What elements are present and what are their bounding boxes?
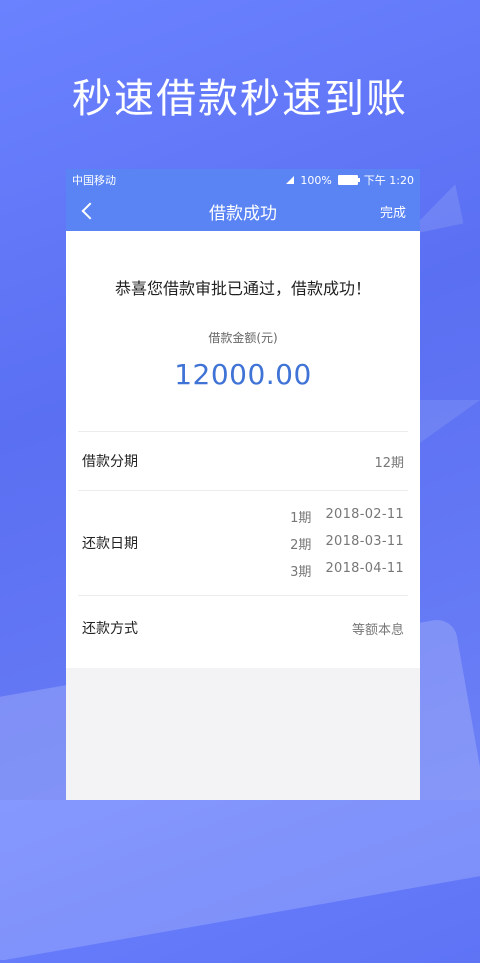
- amount-label: 借款金额(元): [208, 331, 278, 345]
- success-message: 恭喜您借款审批已通过，借款成功！: [114, 279, 371, 298]
- status-bar: 中国移动 100% 下午 1:20: [66, 169, 420, 191]
- term-label: 借款分期: [82, 454, 138, 470]
- method-row: 还款方式 等额本息: [78, 596, 408, 660]
- clock: 下午 1:20: [363, 174, 414, 187]
- date-item: 1期 2018-02-11: [290, 507, 404, 526]
- date-period: 3期: [290, 564, 312, 580]
- status-right: 100% 下午 1:20: [286, 172, 414, 188]
- date-period: 1期: [290, 510, 312, 526]
- amount-value: 12000.00: [174, 358, 312, 391]
- dates-label: 还款日期: [82, 536, 138, 552]
- amount-block: 恭喜您借款审批已通过，借款成功！ 借款金额(元) 12000.00: [66, 231, 420, 431]
- decor-triangle: [410, 400, 480, 450]
- nav-bar: 借款成功 完成: [66, 191, 420, 231]
- term-row: 借款分期 12期: [78, 432, 408, 490]
- term-value: 12期: [374, 455, 404, 471]
- back-chevron-icon[interactable]: [81, 202, 99, 220]
- dates-list: 1期 2018-02-11 2期 2018-03-11 3期 2018-04-1…: [290, 507, 404, 580]
- date-period: 2期: [290, 537, 312, 553]
- battery-icon: [337, 175, 360, 185]
- page-title: 借款成功: [209, 203, 277, 224]
- result-card: 恭喜您借款审批已通过，借款成功！ 借款金额(元) 12000.00 借款分期 1…: [66, 231, 420, 668]
- date-value: 2018-02-11: [325, 506, 404, 522]
- date-item: 2期 2018-03-11: [290, 534, 404, 553]
- date-value: 2018-03-11: [325, 533, 404, 549]
- battery-percent: 100%: [300, 173, 332, 187]
- phone-screen: 中国移动 100% 下午 1:20 借款成功 完成 恭喜您借款审批已通过，借款成…: [66, 169, 420, 800]
- done-button[interactable]: 完成: [380, 202, 406, 221]
- dates-row: 还款日期 1期 2018-02-11 2期 2018-03-11 3期 2018…: [78, 491, 408, 595]
- method-value: 等额本息: [351, 622, 404, 638]
- method-label: 还款方式: [82, 621, 138, 637]
- date-item: 3期 2018-04-11: [290, 561, 404, 580]
- date-value: 2018-04-11: [325, 560, 404, 576]
- signal-icon: [286, 176, 295, 184]
- carrier-label: 中国移动: [72, 174, 116, 187]
- promo-headline: 秒速借款秒速到账: [72, 76, 408, 122]
